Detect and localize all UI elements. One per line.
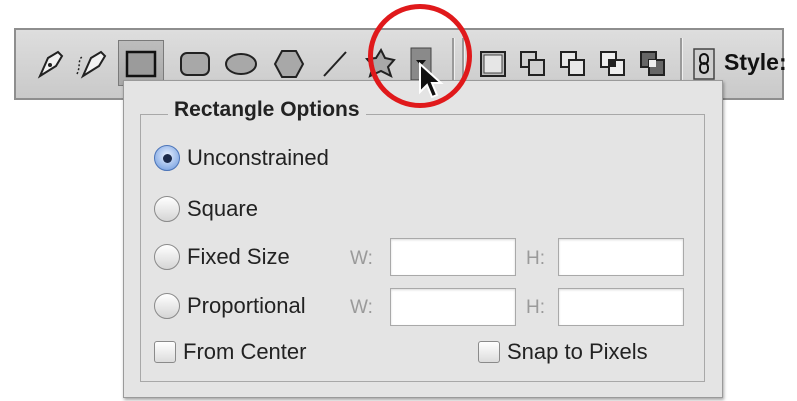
snap-to-pixels-label: Snap to Pixels [507, 339, 648, 364]
from-center-checkbox[interactable] [154, 341, 176, 363]
fixed-height-label: H: [526, 248, 545, 269]
exclude-overlapping-shape-areas-icon[interactable] [636, 44, 670, 84]
ellipse-tool-icon[interactable] [222, 44, 260, 84]
fixed-height-field[interactable] [558, 238, 684, 276]
snap-to-pixels-checkbox[interactable] [478, 341, 500, 363]
from-center-label: From Center [183, 339, 307, 364]
square-radio[interactable] [154, 196, 180, 222]
fixed-width-field[interactable] [390, 238, 516, 276]
from-center-option[interactable]: From Center [154, 339, 306, 365]
proportional-radio[interactable] [154, 293, 180, 319]
pen-tool-icon[interactable] [34, 44, 68, 84]
freeform-pen-tool-icon[interactable] [74, 44, 110, 84]
mouse-cursor-icon [418, 61, 444, 105]
proportional-width-field[interactable] [390, 288, 516, 326]
unconstrained-radio[interactable] [154, 145, 180, 171]
line-tool-icon[interactable] [318, 44, 352, 84]
square-label: Square [187, 196, 258, 221]
add-to-shape-area-icon[interactable] [516, 44, 550, 84]
intersect-shape-areas-icon[interactable] [596, 44, 630, 84]
subtract-from-shape-area-icon[interactable] [556, 44, 590, 84]
polygon-tool-icon[interactable] [270, 44, 308, 84]
rectangle-options-popup: Rectangle Options Unconstrained Square F… [123, 80, 723, 398]
popup-title: Rectangle Options [168, 98, 366, 122]
proportional-height-field[interactable] [558, 288, 684, 326]
fixed-size-radio[interactable] [154, 244, 180, 270]
style-label: Style: [724, 49, 787, 75]
option-proportional[interactable]: Proportional [154, 293, 306, 319]
rectangle-tool-icon[interactable] [118, 44, 164, 84]
option-unconstrained[interactable]: Unconstrained [154, 145, 329, 171]
snap-to-pixels-option[interactable]: Snap to Pixels [478, 339, 648, 365]
fixed-width-label: W: [350, 248, 373, 269]
proportional-label: Proportional [187, 293, 306, 318]
link-layer-style-icon[interactable] [690, 44, 718, 84]
rounded-rectangle-tool-icon[interactable] [176, 44, 214, 84]
option-square[interactable]: Square [154, 196, 258, 222]
proportional-height-label: H: [526, 297, 545, 318]
create-new-shape-layer-icon[interactable] [476, 44, 510, 84]
fixed-size-label: Fixed Size [187, 244, 290, 269]
proportional-width-label: W: [350, 297, 373, 318]
option-fixed-size[interactable]: Fixed Size [154, 244, 290, 270]
unconstrained-label: Unconstrained [187, 145, 329, 170]
